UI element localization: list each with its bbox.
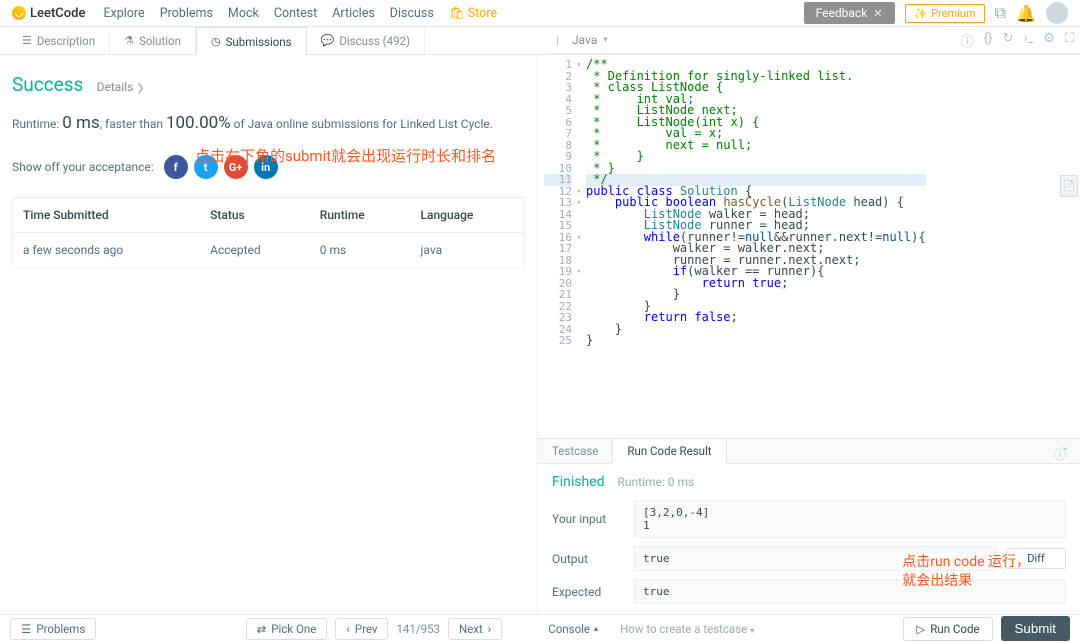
- runtime-summary: Runtime: 0 ms, faster than 100.00% of Ja…: [12, 110, 525, 137]
- details-link[interactable]: Details ❯: [97, 80, 145, 94]
- tab-submissions[interactable]: ◷Submissions: [196, 27, 307, 55]
- next-button[interactable]: Next›: [448, 618, 502, 640]
- chevron-down-icon: ▾: [603, 35, 608, 45]
- bell-icon[interactable]: 🔔: [1016, 4, 1036, 23]
- terminal-icon[interactable]: ›_: [1023, 31, 1033, 50]
- howto-link[interactable]: How to create a testcase ▾: [620, 622, 754, 636]
- annotation-runcode: 点击run code 运行， 就会出结果: [902, 553, 1030, 592]
- chevron-right-icon: ❯: [136, 83, 144, 94]
- nav-mock[interactable]: Mock: [228, 6, 259, 21]
- input-value: [3,2,0,-4] 1: [634, 500, 1066, 538]
- chevron-up-icon: ▴: [594, 624, 598, 633]
- problem-counter: 141/953: [396, 622, 440, 636]
- code-content[interactable]: /** * Definition for singly-linked list.…: [578, 55, 934, 438]
- submissions-table: Time Submitted Status Runtime Language a…: [12, 197, 525, 268]
- nav-problems[interactable]: Problems: [160, 6, 213, 21]
- close-icon[interactable]: ✕: [873, 7, 882, 20]
- nav-contest[interactable]: Contest: [274, 6, 317, 21]
- chevron-left-icon: ‹: [346, 622, 349, 636]
- leetcode-icon: [12, 6, 26, 20]
- col-time: Time Submitted: [13, 198, 201, 233]
- label-your-input: Your input: [552, 512, 624, 526]
- braces-icon[interactable]: {}: [984, 31, 993, 50]
- table-row[interactable]: a few seconds ago Accepted 0 ms java: [13, 233, 525, 268]
- feedback-banner[interactable]: Feedback ✕: [804, 2, 895, 24]
- result-status: Finished: [552, 474, 605, 490]
- flask-icon: ⚗: [124, 34, 134, 47]
- nav-explore[interactable]: Explore: [103, 6, 144, 21]
- help-icon[interactable]: ⓘ: [1054, 446, 1066, 463]
- logo[interactable]: LeetCode: [12, 6, 85, 21]
- showoff-label: Show off your acceptance:: [12, 160, 154, 174]
- annotation-submit: 点击右下角的submit就会出现运行时长和排名: [195, 145, 496, 166]
- run-code-button[interactable]: ▷Run Code: [903, 617, 992, 641]
- bottom-bar: ☰Problems ⇄Pick One ‹Prev 141/953 Next› …: [0, 614, 1080, 642]
- chat-icon: 💬: [321, 34, 335, 47]
- reset-icon[interactable]: ↻: [1003, 31, 1014, 50]
- fullscreen-icon[interactable]: ⛶: [1065, 31, 1074, 50]
- top-nav: LeetCode Explore Problems Mock Contest A…: [0, 0, 1080, 27]
- console-toggle[interactable]: Console ▴: [548, 622, 598, 636]
- result-tabs: Testcase Run Code Result ⌄: [538, 438, 1080, 464]
- clock-icon: ◷: [211, 35, 221, 48]
- result-runtime: Runtime: 0 ms: [618, 475, 695, 489]
- info-icon[interactable]: ⓘ: [961, 31, 974, 50]
- nav-discuss[interactable]: Discuss: [390, 6, 434, 21]
- shuffle-icon: ⇄: [257, 622, 267, 636]
- label-expected: Expected: [552, 585, 624, 599]
- new-playground-icon[interactable]: ⧉: [995, 3, 1006, 23]
- col-status: Status: [200, 198, 310, 233]
- status-success: Success: [12, 73, 83, 96]
- tab-discuss[interactable]: 💬Discuss (492): [307, 27, 425, 54]
- line-gutter: 12345678910 1112131415161718192021222324…: [538, 55, 578, 438]
- tab-description[interactable]: ☰Description: [8, 27, 110, 54]
- problems-button[interactable]: ☰Problems: [10, 618, 96, 640]
- menu-icon: ☰: [21, 622, 31, 636]
- pick-one-button[interactable]: ⇄Pick One: [246, 618, 328, 640]
- prev-button[interactable]: ‹Prev: [335, 618, 388, 640]
- logo-text: LeetCode: [30, 6, 85, 21]
- label-output: Output: [552, 552, 624, 566]
- col-runtime: Runtime: [310, 198, 411, 233]
- col-language: Language: [411, 198, 525, 233]
- premium-button[interactable]: ✨ Premium: [905, 4, 985, 23]
- doc-icon: ☰: [22, 34, 32, 47]
- settings-icon[interactable]: ⚙: [1043, 31, 1055, 50]
- submit-button[interactable]: Submit: [1001, 616, 1070, 641]
- tab-run-result[interactable]: Run Code Result: [612, 438, 726, 464]
- chevron-right-icon: ›: [488, 622, 491, 636]
- submission-panel: Success Details ❯ Runtime: 0 ms, faster …: [0, 55, 538, 614]
- tab-solution[interactable]: ⚗Solution: [110, 27, 196, 54]
- nav-articles[interactable]: Articles: [332, 6, 375, 21]
- code-editor[interactable]: 12345678910 1112131415161718192021222324…: [538, 55, 1080, 438]
- play-icon: ▷: [916, 622, 925, 636]
- editor-panel: 12345678910 1112131415161718192021222324…: [538, 55, 1080, 614]
- language-select[interactable]: Java▾: [563, 30, 617, 50]
- nav-links: Explore Problems Mock Contest Articles D…: [103, 6, 497, 21]
- nav-store[interactable]: 🛍 Store: [449, 6, 497, 21]
- lang-toolbar: | Java▾ ⓘ {} ↻ ›_ ⚙ ⛶: [550, 27, 1080, 54]
- tab-testcase[interactable]: Testcase: [538, 439, 612, 463]
- notes-icon[interactable]: 📄: [1060, 175, 1078, 197]
- share-facebook-icon[interactable]: f: [164, 155, 188, 179]
- avatar[interactable]: [1046, 2, 1068, 24]
